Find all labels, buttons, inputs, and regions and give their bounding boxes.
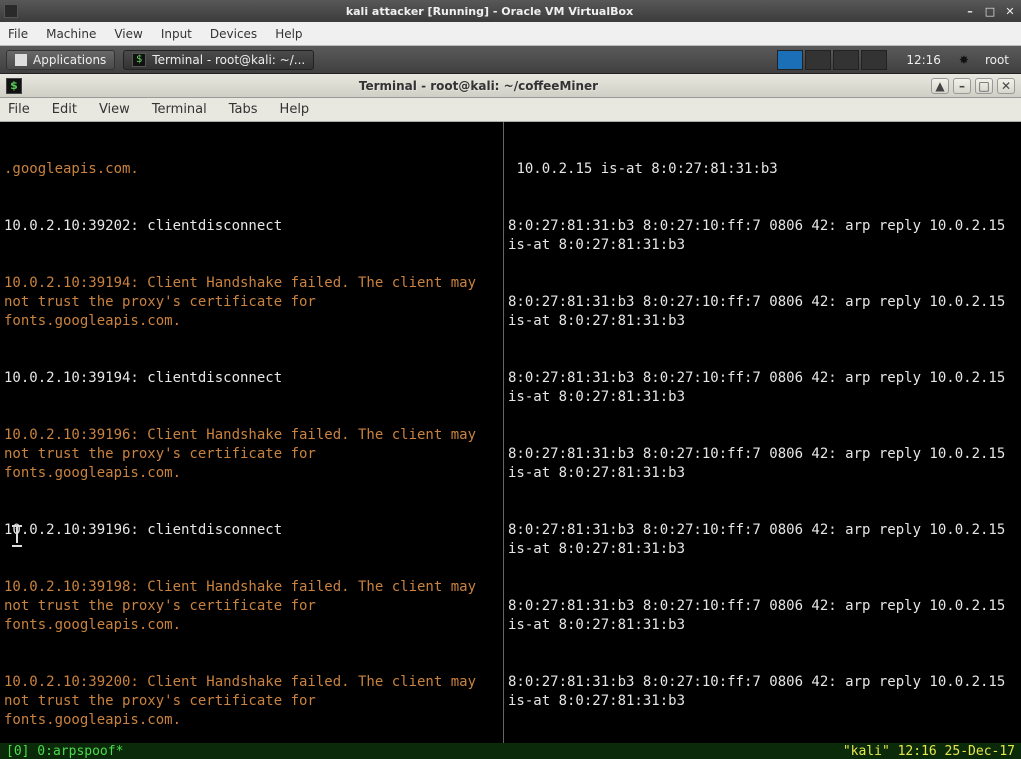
tmux-status-left: [0] 0:arpspoof* xyxy=(6,744,123,759)
term-menu-terminal[interactable]: Terminal xyxy=(152,102,207,117)
vbox-menu-view[interactable]: View xyxy=(114,27,142,41)
tmux-subpane-top[interactable]: 10.0.2.15 is-at 8:0:27:81:31:b3 8:0:27:8… xyxy=(508,122,1017,743)
log-line: 10.0.2.10:39196: Client Handshake failed… xyxy=(4,426,499,483)
log-line: 10.0.2.10:39194: clientdisconnect xyxy=(4,369,499,388)
terminal-icon: $ xyxy=(132,53,146,67)
tmux-status-bar: [0] 0:arpspoof* "kali" 12:16 25-Dec-17 xyxy=(0,743,1021,759)
notifications-icon[interactable]: ✸ xyxy=(955,51,973,69)
terminal-minimize-button[interactable]: – xyxy=(953,78,971,94)
log-line: 10.0.2.10:39200: Client Handshake failed… xyxy=(4,673,499,730)
vbox-menu-input[interactable]: Input xyxy=(161,27,192,41)
tmux-pane-left[interactable]: .googleapis.com. 10.0.2.10:39202: client… xyxy=(0,122,503,743)
panel-username[interactable]: root xyxy=(985,53,1009,67)
workspace-3[interactable] xyxy=(833,50,859,70)
terminal-title: Terminal - root@kali: ~/coffeeMiner xyxy=(30,79,927,93)
log-line: 10.0.2.10:39194: Client Handshake failed… xyxy=(4,274,499,331)
apps-icon xyxy=(15,54,27,66)
vbox-menu-devices[interactable]: Devices xyxy=(210,27,257,41)
close-button[interactable]: ✕ xyxy=(1003,4,1017,18)
panel-clock[interactable]: 12:16 xyxy=(906,53,941,67)
term-menu-help[interactable]: Help xyxy=(280,102,310,117)
host-panel: Applications $ Terminal - root@kali: ~/.… xyxy=(0,46,1021,74)
taskbar-terminal[interactable]: $ Terminal - root@kali: ~/... xyxy=(123,50,314,70)
terminal-ontop-button[interactable]: ▲ xyxy=(931,78,949,94)
terminal-titlebar: $ Terminal - root@kali: ~/coffeeMiner ▲ … xyxy=(0,74,1021,98)
vbox-menu-machine[interactable]: Machine xyxy=(46,27,96,41)
workspace-2[interactable] xyxy=(805,50,831,70)
vbox-menubar: File Machine View Input Devices Help xyxy=(0,22,1021,46)
term-menu-file[interactable]: File xyxy=(8,102,30,117)
arp-line: 8:0:27:81:31:b3 8:0:27:10:ff:7 0806 42: … xyxy=(508,521,1017,559)
arp-line: 8:0:27:81:31:b3 8:0:27:10:ff:7 0806 42: … xyxy=(508,293,1017,331)
guest-desktop: $ Terminal - root@kali: ~/coffeeMiner ▲ … xyxy=(0,74,1021,759)
applications-menu[interactable]: Applications xyxy=(6,50,115,70)
term-menu-edit[interactable]: Edit xyxy=(52,102,77,117)
workspace-1[interactable] xyxy=(777,50,803,70)
log-line: 10.0.2.10:39202: clientdisconnect xyxy=(4,217,499,236)
workspace-4[interactable] xyxy=(861,50,887,70)
applications-label: Applications xyxy=(33,53,106,67)
vbox-menu-file[interactable]: File xyxy=(8,27,28,41)
arp-line: 10.0.2.15 is-at 8:0:27:81:31:b3 xyxy=(508,160,1017,179)
arp-line: 8:0:27:81:31:b3 8:0:27:10:ff:7 0806 42: … xyxy=(508,597,1017,635)
tmux-status-right: "kali" 12:16 25-Dec-17 xyxy=(843,744,1015,759)
vbox-menu-help[interactable]: Help xyxy=(275,27,302,41)
maximize-button[interactable]: □ xyxy=(983,4,997,18)
log-line: .googleapis.com. xyxy=(4,160,499,179)
vbox-app-icon xyxy=(4,4,18,18)
log-line: 10.0.2.10:39198: Client Handshake failed… xyxy=(4,578,499,635)
arp-line: 8:0:27:81:31:b3 8:0:27:10:ff:7 0806 42: … xyxy=(508,369,1017,407)
workspace-switcher xyxy=(776,50,888,70)
terminal-body[interactable]: .googleapis.com. 10.0.2.10:39202: client… xyxy=(0,122,1021,743)
task-label: Terminal - root@kali: ~/... xyxy=(152,53,305,67)
vbox-title-text: kali attacker [Running] - Oracle VM Virt… xyxy=(22,5,957,18)
vbox-titlebar: kali attacker [Running] - Oracle VM Virt… xyxy=(0,0,1021,22)
terminal-maximize-button[interactable]: □ xyxy=(975,78,993,94)
arp-line: 8:0:27:81:31:b3 8:0:27:10:ff:7 0806 42: … xyxy=(508,217,1017,255)
log-line: 10.0.2.10:39196: clientdisconnect xyxy=(4,521,499,540)
minimize-button[interactable]: – xyxy=(963,4,977,18)
tmux-pane-right[interactable]: 10.0.2.15 is-at 8:0:27:81:31:b3 8:0:27:8… xyxy=(503,122,1021,743)
term-menu-view[interactable]: View xyxy=(99,102,130,117)
terminal-window-icon: $ xyxy=(6,78,22,94)
arp-line: 8:0:27:81:31:b3 8:0:27:10:ff:7 0806 42: … xyxy=(508,673,1017,711)
arp-line: 8:0:27:81:31:b3 8:0:27:10:ff:7 0806 42: … xyxy=(508,445,1017,483)
term-menu-tabs[interactable]: Tabs xyxy=(229,102,258,117)
terminal-menubar: File Edit View Terminal Tabs Help xyxy=(0,98,1021,122)
terminal-close-button[interactable]: ✕ xyxy=(997,78,1015,94)
